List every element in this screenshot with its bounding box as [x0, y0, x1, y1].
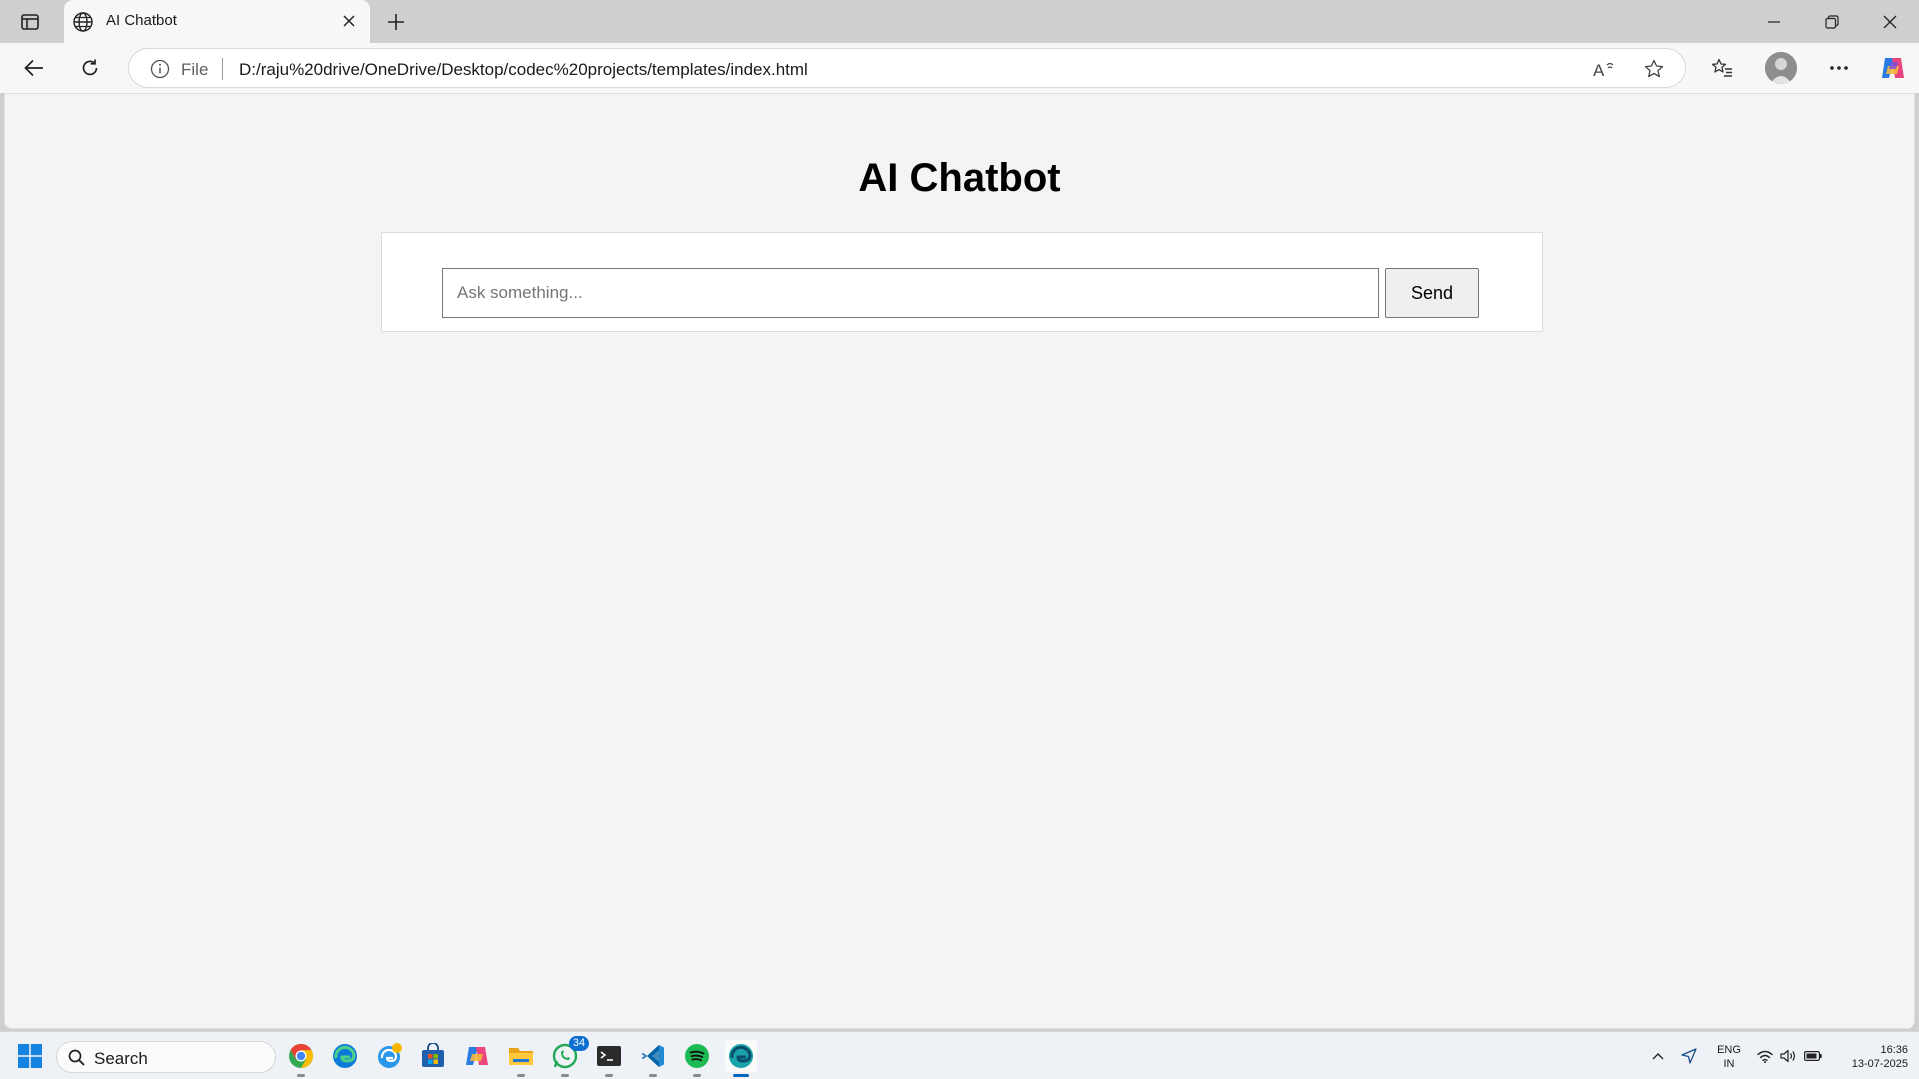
running-indicator [693, 1074, 701, 1077]
new-tab-button[interactable] [380, 7, 412, 37]
tab-ai-chatbot[interactable]: AI Chatbot [64, 0, 370, 43]
restore-icon [1825, 14, 1839, 29]
copilot-button[interactable] [1876, 52, 1910, 84]
edge-dev-icon [729, 1044, 753, 1068]
edge-icon [333, 1044, 357, 1068]
search-icon [68, 1049, 85, 1066]
send-button[interactable]: Send [1385, 268, 1479, 318]
page-viewport: AI Chatbot Send [4, 93, 1915, 1029]
close-icon [343, 15, 355, 27]
restore-button[interactable] [1803, 0, 1861, 43]
battery-icon [1804, 1051, 1822, 1061]
clock-date: 13-07-2025 [1851, 1058, 1908, 1070]
taskbar-app-terminal[interactable] [593, 1040, 625, 1077]
taskbar-app-vscode[interactable] [637, 1040, 669, 1077]
wifi-tray-button[interactable] [1755, 1032, 1775, 1079]
whatsapp-unread-badge: 34 [569, 1036, 589, 1051]
taskbar-app-edge-dev[interactable] [725, 1040, 757, 1077]
taskbar-app-edge[interactable] [329, 1040, 361, 1072]
search-label: Search [94, 1049, 148, 1068]
tab-actions-icon [21, 14, 39, 30]
system-clock[interactable]: 16:36 13-07-2025 [1832, 1043, 1908, 1071]
running-indicator [605, 1074, 613, 1077]
back-arrow-icon [24, 59, 43, 77]
location-arrow-icon [1681, 1048, 1697, 1064]
start-button[interactable] [18, 1044, 42, 1068]
language-indicator[interactable]: ENG IN [1714, 1043, 1744, 1071]
globe-icon [73, 12, 93, 32]
browser-toolbar: File D:/raju%20drive/OneDrive/Desktop/co… [0, 43, 1919, 93]
favorites-icon [1711, 58, 1732, 77]
running-indicator [297, 1074, 305, 1077]
refresh-button[interactable] [73, 52, 107, 84]
taskbar-app-file-explorer[interactable] [505, 1040, 537, 1077]
chat-input[interactable] [442, 268, 1379, 318]
battery-tray-button[interactable] [1802, 1032, 1824, 1079]
svg-text:A: A [1593, 61, 1605, 78]
running-indicator [561, 1074, 569, 1077]
region-code: IN [1723, 1058, 1735, 1070]
close-window-button[interactable] [1861, 0, 1919, 43]
vscode-icon [641, 1045, 664, 1067]
folder-icon [509, 1048, 533, 1065]
tray-overflow-button[interactable] [1648, 1032, 1668, 1079]
minimize-icon [1768, 20, 1780, 23]
copilot-icon [466, 1047, 488, 1065]
windows-start-icon [18, 1044, 42, 1068]
back-button[interactable] [17, 52, 51, 84]
tab-strip: AI Chatbot [0, 0, 1919, 43]
read-aloud-icon: A [1593, 61, 1614, 78]
tab-title: AI Chatbot [106, 12, 177, 29]
clock-time: 16:36 [1880, 1044, 1908, 1056]
wifi-icon [1757, 1050, 1773, 1063]
read-aloud-button[interactable]: A [1591, 57, 1617, 81]
terminal-icon [597, 1046, 621, 1066]
store-icon [422, 1043, 444, 1067]
tab-actions-menu-button[interactable] [14, 8, 46, 36]
refresh-icon [82, 59, 98, 76]
taskbar-app-chrome[interactable] [285, 1040, 317, 1077]
page-title: AI Chatbot [858, 156, 1061, 200]
favorites-button[interactable] [1705, 52, 1739, 84]
chevron-up-icon [1652, 1053, 1664, 1060]
url-scheme-label: File [181, 60, 209, 79]
address-bar[interactable]: File D:/raju%20drive/OneDrive/Desktop/co… [128, 48, 1686, 88]
taskbar-app-store[interactable] [417, 1040, 449, 1072]
taskbar-app-copilot[interactable] [461, 1040, 493, 1072]
taskbar-app-edge-beta[interactable] [373, 1040, 405, 1072]
taskbar-search[interactable]: Search [56, 1041, 276, 1073]
minimize-button[interactable] [1745, 0, 1803, 43]
location-tray-button[interactable] [1677, 1032, 1701, 1079]
info-icon[interactable] [149, 58, 171, 80]
language-code: ENG [1717, 1044, 1741, 1056]
plus-icon [388, 14, 404, 30]
profile-avatar[interactable] [1765, 52, 1797, 84]
copilot-icon [1882, 58, 1904, 78]
active-indicator [733, 1074, 749, 1077]
profile-avatar-icon [1765, 52, 1797, 84]
running-indicator [649, 1074, 657, 1077]
spotify-icon [685, 1044, 709, 1068]
star-icon [1644, 59, 1664, 78]
volume-tray-button[interactable] [1778, 1032, 1798, 1079]
more-options-button[interactable] [1822, 52, 1856, 84]
chrome-icon [289, 1044, 314, 1068]
tab-close-button[interactable] [338, 10, 360, 32]
running-indicator [517, 1074, 525, 1077]
more-horizontal-icon [1830, 66, 1848, 70]
edge-beta-icon [378, 1043, 402, 1068]
url-text[interactable]: D:/raju%20drive/OneDrive/Desktop/codec%2… [239, 60, 808, 80]
address-separator [222, 58, 223, 80]
chat-container: Send [381, 232, 1543, 332]
taskbar-app-spotify[interactable] [681, 1040, 713, 1077]
taskbar-app-whatsapp[interactable]: 34 [549, 1036, 589, 1077]
favorite-star-button[interactable] [1641, 57, 1667, 81]
volume-icon [1780, 1049, 1795, 1063]
close-window-icon [1883, 15, 1897, 28]
taskbar: Search 34 ENG IN 16:36 13-07-2025 [0, 1031, 1919, 1079]
